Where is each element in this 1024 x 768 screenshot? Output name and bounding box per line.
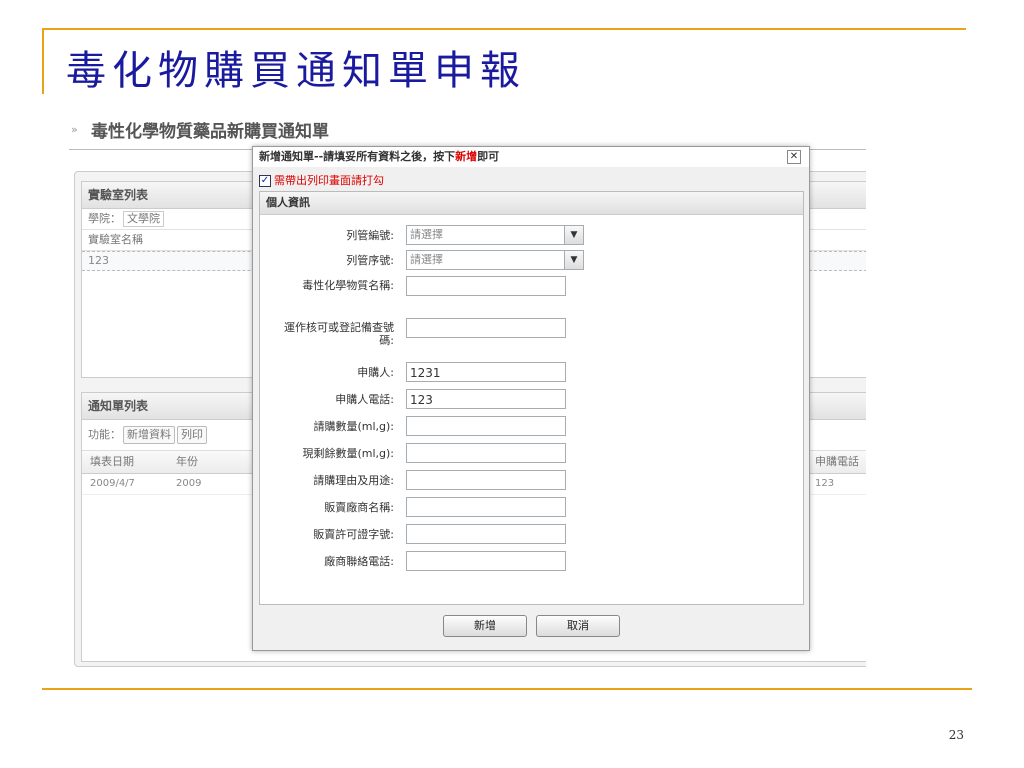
bottom-line xyxy=(42,688,972,690)
function-label: 功能： xyxy=(88,428,121,441)
vendor-phone-label: 廠商聯絡電話: xyxy=(324,555,394,568)
cell-phone: 123 xyxy=(815,478,835,489)
applicant-input[interactable]: 1231 xyxy=(406,362,566,382)
col-year[interactable]: 年份 xyxy=(176,451,198,473)
close-icon[interactable]: ✕ xyxy=(787,150,801,164)
col-phone[interactable]: 申購電話 xyxy=(815,451,859,473)
remaining-qty-label: 現剩餘數量(ml,g): xyxy=(302,447,394,460)
print-button[interactable]: 列印 xyxy=(177,426,207,444)
print-checkbox-label: 需帶出列印畫面請打勾 xyxy=(274,174,384,187)
vendor-phone-input[interactable] xyxy=(406,551,566,571)
title-top-line xyxy=(42,28,966,30)
applicant-label: 申購人: xyxy=(357,366,394,379)
applicant-phone-label: 申購人電話: xyxy=(335,393,394,406)
cancel-button[interactable]: 取消 xyxy=(536,615,620,637)
applicant-phone-input[interactable]: 123 xyxy=(406,389,566,409)
vendor-name-label: 販賣廠商名稱: xyxy=(324,501,394,514)
chem-name-label: 毒性化學物質名稱: xyxy=(302,279,394,292)
title-vertical-bar xyxy=(42,28,44,94)
app-header: » 毒性化學物質藥品新購買通知單 xyxy=(69,111,866,150)
col-fill-date[interactable]: 填表日期 xyxy=(90,451,134,473)
permit-no-input[interactable] xyxy=(406,318,566,338)
list-no-select[interactable]: 請選擇 ▼ xyxy=(406,225,584,245)
list-no-placeholder: 請選擇 xyxy=(410,228,443,241)
remaining-qty-input[interactable] xyxy=(406,443,566,463)
list-seq-placeholder: 請選擇 xyxy=(410,253,443,266)
reason-input[interactable] xyxy=(406,470,566,490)
add-data-button[interactable]: 新增資料 xyxy=(123,426,175,444)
vendor-license-input[interactable] xyxy=(406,524,566,544)
app-title: 毒性化學物質藥品新購買通知單 xyxy=(91,122,329,142)
personal-info-section: 個人資訊 列管編號: 請選擇 ▼ 列管序號: 請選擇 ▼ 毒性化學物質名稱: 運作核… xyxy=(259,191,804,605)
add-button[interactable]: 新增 xyxy=(443,615,527,637)
request-qty-label: 請購數量(ml,g): xyxy=(313,420,394,433)
double-arrow-icon: » xyxy=(71,123,78,136)
cell-year: 2009 xyxy=(176,478,202,489)
list-seq-label: 列管序號: xyxy=(346,254,394,267)
permit-no-label: 運作核可或登記備查號碼: xyxy=(284,321,394,347)
dialog-title: 新增通知單--請填妥所有資料之後，按下新增即可 xyxy=(259,147,499,167)
dialog-title-text: 新增通知單--請填妥所有資料之後，按下 xyxy=(259,150,456,163)
college-select[interactable]: 文學院 xyxy=(123,211,164,227)
list-no-label: 列管編號: xyxy=(346,229,394,242)
new-notice-dialog: 新增通知單--請填妥所有資料之後，按下新增即可 ✕ ✓ 需帶出列印畫面請打勾 個人… xyxy=(252,146,810,651)
dialog-title-bar: 新增通知單--請填妥所有資料之後，按下新增即可 ✕ xyxy=(253,147,809,167)
cell-fill-date: 2009/4/7 xyxy=(90,478,135,489)
vendor-name-input[interactable] xyxy=(406,497,566,517)
page-number: 23 xyxy=(948,728,964,742)
section-title: 個人資訊 xyxy=(260,192,803,215)
chevron-down-icon[interactable]: ▼ xyxy=(564,251,583,269)
dialog-title-highlight: 新增 xyxy=(455,150,478,163)
print-checkbox[interactable]: ✓ xyxy=(259,175,271,187)
reason-label: 請購理由及用途: xyxy=(313,474,394,487)
list-seq-select[interactable]: 請選擇 ▼ xyxy=(406,250,584,270)
request-qty-input[interactable] xyxy=(406,416,566,436)
vendor-license-label: 販賣許可證字號: xyxy=(313,528,394,541)
college-label: 學院： xyxy=(88,212,121,225)
slide-title: 毒化物購買通知單申報 xyxy=(66,48,526,94)
chem-name-input[interactable] xyxy=(406,276,566,296)
chevron-down-icon[interactable]: ▼ xyxy=(564,226,583,244)
dialog-title-suffix: 即可 xyxy=(477,150,500,163)
print-checkbox-row[interactable]: ✓ 需帶出列印畫面請打勾 xyxy=(259,172,384,188)
